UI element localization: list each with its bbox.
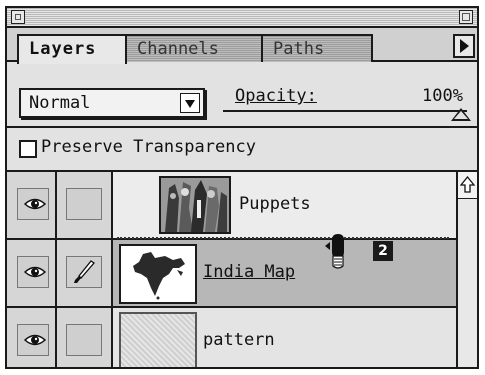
- eye-icon: [24, 334, 46, 346]
- close-box-icon[interactable]: [11, 10, 25, 24]
- layer-name-pattern[interactable]: pattern: [203, 330, 275, 350]
- layer-thumbnail-india-map[interactable]: [119, 244, 197, 304]
- preserve-transparency-row: Preserve Transparency: [7, 128, 477, 172]
- layer-thumbnail-puppets[interactable]: [159, 176, 231, 234]
- drag-count-badge: 2: [373, 241, 393, 261]
- paintbrush-icon: [74, 260, 95, 283]
- tab-channels[interactable]: Channels: [125, 34, 263, 62]
- visibility-slot[interactable]: [17, 256, 49, 288]
- layer-thumbnail-pattern[interactable]: [119, 312, 197, 367]
- visibility-slot[interactable]: [17, 324, 49, 356]
- visibility-cell[interactable]: [7, 308, 57, 367]
- layer-row-puppets[interactable]: Puppets: [7, 172, 456, 240]
- chevron-down-icon[interactable]: [180, 93, 200, 113]
- opacity-label: Opacity:: [235, 86, 317, 106]
- visibility-slot[interactable]: [17, 188, 49, 220]
- layers-palette: Layers Channels Paths Normal Opacity: 10…: [5, 6, 479, 369]
- opacity-value: 100%: [422, 86, 463, 106]
- eye-icon: [24, 198, 46, 210]
- tab-bar: Layers Channels Paths: [7, 28, 477, 64]
- layer-row-pattern[interactable]: pattern: [7, 308, 456, 367]
- layers-scrollbar[interactable]: [456, 172, 477, 367]
- brush-slot[interactable]: [66, 188, 102, 220]
- preserve-transparency-label: Preserve Transparency: [41, 137, 256, 157]
- preserve-transparency-checkbox[interactable]: [19, 140, 37, 158]
- visibility-cell[interactable]: [7, 240, 57, 306]
- palette-menu-arrow-icon[interactable]: [453, 34, 475, 58]
- brush-slot[interactable]: [66, 256, 102, 288]
- blend-mode-value: Normal: [29, 93, 91, 113]
- blend-mode-select[interactable]: Normal: [19, 88, 205, 118]
- brush-cell[interactable]: [57, 240, 113, 306]
- puppets-photo-icon: [161, 178, 229, 232]
- eye-icon: [24, 266, 46, 278]
- layers-list: Puppets India Map pattern: [7, 172, 456, 367]
- tab-layers[interactable]: Layers: [17, 34, 127, 64]
- scroll-up-button[interactable]: [458, 172, 477, 199]
- arrow-up-icon: [460, 176, 475, 193]
- brush-slot[interactable]: [66, 324, 102, 356]
- visibility-cell[interactable]: [7, 172, 57, 238]
- opacity-slider-track[interactable]: [223, 110, 467, 112]
- india-map-icon: [121, 246, 195, 302]
- drop-indicator-line: [117, 237, 449, 239]
- layer-name-india-map[interactable]: India Map: [203, 262, 295, 282]
- brush-cell[interactable]: [57, 308, 113, 367]
- opacity-slider-thumb[interactable]: [451, 108, 471, 121]
- tab-paths[interactable]: Paths: [261, 34, 373, 62]
- layer-name-puppets[interactable]: Puppets: [239, 194, 311, 214]
- grab-hand-icon: [325, 234, 344, 269]
- brush-cell[interactable]: [57, 172, 113, 238]
- blend-controls: Normal Opacity: 100%: [7, 62, 477, 128]
- palette-title-bar[interactable]: [7, 8, 477, 28]
- zoom-box-icon[interactable]: [459, 10, 473, 24]
